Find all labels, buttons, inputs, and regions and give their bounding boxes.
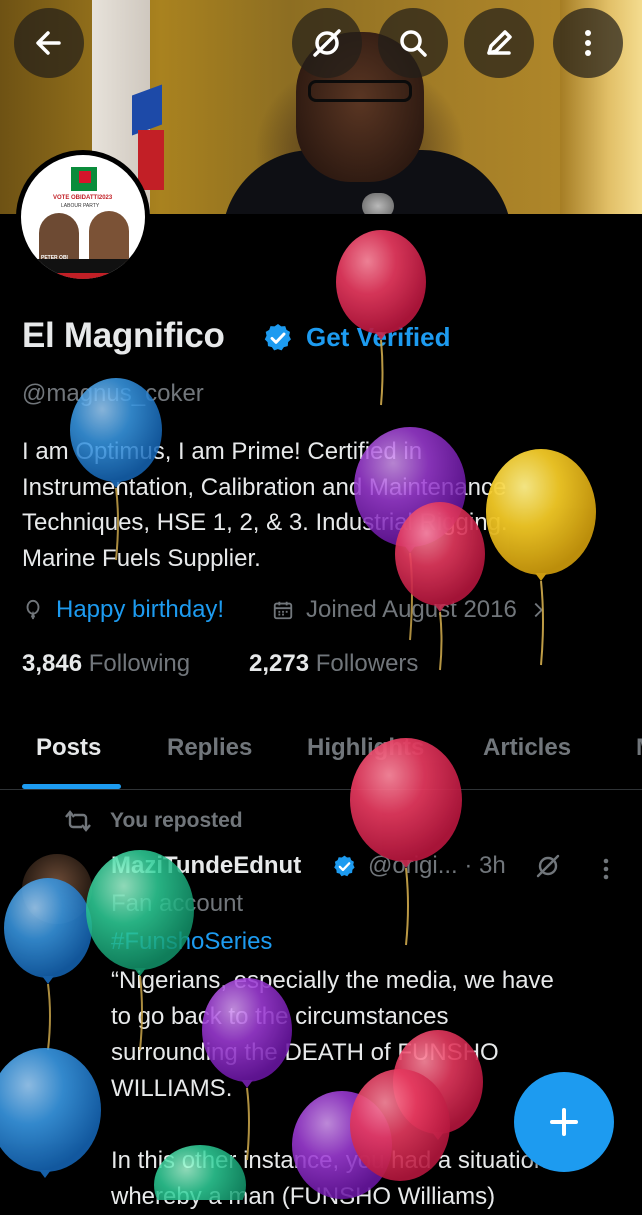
avatar-name-text: PETER OBI [41, 255, 68, 261]
banner-flag-red [138, 130, 164, 190]
balloon-blue-bottom-left [0, 1048, 101, 1178]
post-time: · 3h [464, 852, 506, 879]
followers-count: 2,273 [249, 650, 310, 677]
tab-overflow[interactable]: M [636, 734, 642, 762]
profile-bio: I am Optimus, I am Prime! Certified in I… [22, 438, 508, 572]
following-count: 3,846 [22, 650, 83, 677]
post-author-name[interactable]: MaziTundeEdnut [111, 852, 301, 880]
banner-microphone [362, 193, 394, 214]
post-handle-text: @origi... [368, 852, 458, 879]
following-label: Following [88, 650, 191, 677]
joined-row[interactable]: Joined August 2016 [272, 596, 549, 624]
tab-highlights[interactable]: Highlights [307, 734, 424, 762]
tabs-divider [0, 789, 642, 790]
balloon-red-center [350, 738, 462, 946]
avatar-person-right [89, 211, 129, 263]
search-button[interactable] [378, 8, 448, 78]
joined-date: Joined August 2016 [306, 596, 517, 623]
grok-button[interactable] [292, 8, 362, 78]
avatar-image: VOTE OBIDATTI2023 LABOUR PARTY PETER OBI [21, 155, 145, 279]
profile-name: El Magnifico [22, 316, 225, 355]
post-grok-icon[interactable] [534, 852, 562, 880]
avatar-bar-red [35, 273, 131, 279]
grok-icon [313, 29, 341, 57]
compose-post-button[interactable] [514, 1072, 614, 1172]
birthday-row[interactable]: Happy birthday! [22, 596, 224, 624]
post-author-avatar[interactable] [22, 854, 92, 924]
chevron-right-icon [534, 602, 543, 618]
search-icon [400, 30, 427, 57]
back-button[interactable] [14, 8, 84, 78]
get-verified-link[interactable]: Get Verified [306, 322, 451, 353]
plus-icon [550, 1108, 578, 1136]
edit-pen-icon [487, 30, 512, 55]
following-stat[interactable]: 3,846 Following [22, 650, 190, 678]
tab-replies[interactable]: Replies [167, 734, 252, 762]
avatar-party-text: LABOUR PARTY [61, 203, 100, 209]
profile-avatar[interactable]: VOTE OBIDATTI2023 LABOUR PARTY PETER OBI [16, 150, 150, 284]
tab-articles[interactable]: Articles [483, 734, 571, 762]
more-button[interactable] [553, 8, 623, 78]
post-author-subtitle: Fan account [111, 890, 244, 917]
edit-button[interactable] [464, 8, 534, 78]
post-author-handle[interactable]: @origi... · 3h [368, 852, 506, 880]
balloon-icon [26, 599, 40, 620]
calendar-icon [273, 601, 293, 620]
followers-label: Followers [315, 650, 419, 677]
followers-stat[interactable]: 2,273 Followers [249, 650, 418, 678]
birthday-link[interactable]: Happy birthday! [56, 596, 224, 624]
profile-handle: @magnus_coker [22, 380, 204, 407]
balloon-red-top [336, 230, 426, 406]
post-verified-badge-icon [334, 855, 355, 877]
post-hashtag[interactable]: #FunshoSeries [111, 928, 272, 956]
repost-indicator: You reposted [62, 808, 243, 834]
arrow-left-icon [36, 31, 61, 55]
banner-glasses [308, 80, 412, 102]
avatar-vote-text: VOTE OBIDATTI2023 [53, 195, 113, 201]
repost-label: You reposted [110, 809, 243, 832]
verified-badge-icon[interactable] [262, 322, 294, 354]
more-vertical-icon [585, 30, 591, 56]
repost-icon [65, 810, 91, 832]
post-more-icon[interactable] [596, 856, 616, 882]
labour-party-logo [71, 167, 97, 191]
tab-posts[interactable]: Posts [36, 734, 101, 762]
